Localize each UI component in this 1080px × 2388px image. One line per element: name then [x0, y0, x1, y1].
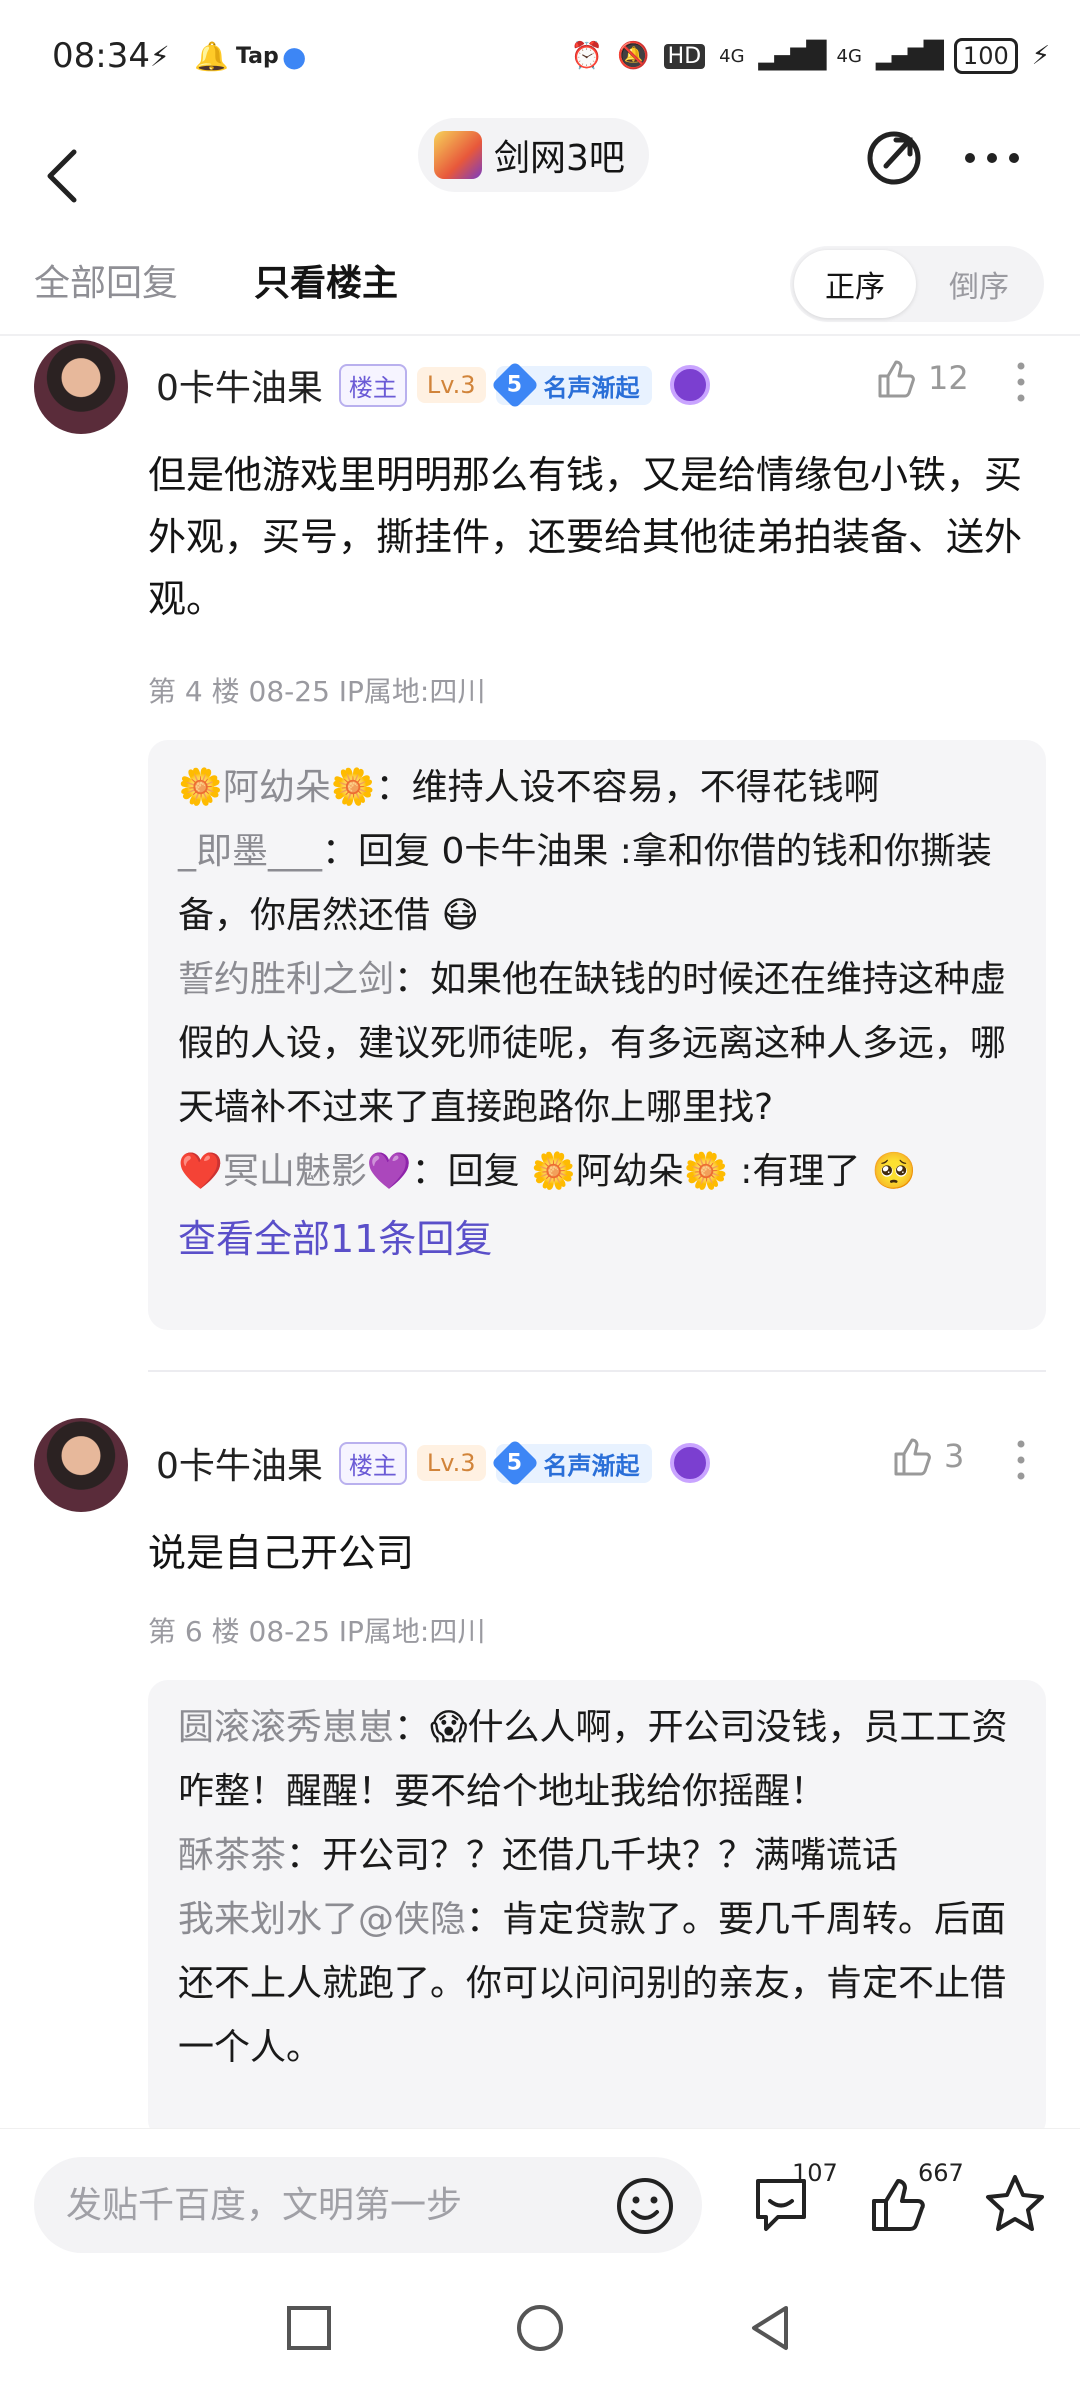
- avatar[interactable]: [34, 340, 128, 434]
- reputation-badge: 5 名声渐起: [490, 1438, 652, 1488]
- avatar[interactable]: [34, 1418, 128, 1512]
- notification-bell-icon: 🔔: [194, 40, 229, 73]
- comment-box[interactable]: [34, 2157, 702, 2253]
- forum-name: 剑网3吧: [494, 138, 625, 179]
- op-badge: 楼主: [338, 1441, 407, 1485]
- share-icon[interactable]: [864, 128, 924, 188]
- reply-author[interactable]: 酥茶茶: [178, 1835, 286, 1876]
- post-divider: [148, 1370, 1046, 1372]
- post-content: 说是自己开公司: [148, 1531, 415, 1575]
- reputation-badge: 5 名声渐起: [490, 360, 652, 410]
- post-more-icon[interactable]: [1016, 1438, 1026, 1482]
- emoji-icon[interactable]: [614, 2175, 676, 2237]
- sub-reply[interactable]: 誓约胜利之剑：如果他在缺钱的时候还在维持这种虚假的人设，建议死师徒呢，有多远离这…: [178, 948, 1016, 1140]
- author-name[interactable]: 0卡牛油果: [156, 1437, 323, 1489]
- system-navigation-bar: [0, 2268, 1080, 2388]
- reply-filter-bar: 全部回复 只看楼主 正序 倒序: [0, 240, 1080, 336]
- bottom-action-bar: 107 667: [0, 2128, 1080, 2268]
- charging-icon: ⚡: [1031, 41, 1050, 71]
- reply-text: ：维持人设不容易，不得花钱啊: [375, 767, 880, 808]
- signal-bars-1-icon: ▂▄▆█: [758, 41, 827, 71]
- sub-reply[interactable]: 圆滚滚秀崽崽：😱什么人啊，开公司没钱，员工工资咋整！醒醒！要不给个地址我给你摇醒…: [178, 1696, 1016, 1824]
- post-floor-6: 0卡牛油果 楼主 Lv.3 5 名声渐起 3 说是自己开公司 第 6 楼 08-…: [0, 1418, 1080, 2140]
- filter-divider: [0, 334, 1080, 336]
- reply-author[interactable]: 圆滚滚秀崽崽: [178, 1707, 394, 1748]
- sort-descending-button[interactable]: 倒序: [918, 250, 1040, 318]
- alarm-icon: ⏰: [570, 41, 604, 71]
- forum-logo: [434, 131, 482, 179]
- status-time: 08:34: [52, 36, 150, 76]
- sub-reply[interactable]: 酥茶茶：开公司？？还借几千块？？满嘴谎话: [178, 1824, 1016, 1888]
- post-content: 但是他游戏里明明那么有钱，又是给情缘包小铁，买外观，买号，撕挂件，还要给其他徒弟…: [148, 453, 1023, 621]
- reply-author[interactable]: ❤️冥山魅影💜: [178, 1151, 412, 1192]
- signal-1: 4G: [719, 45, 745, 67]
- signal-2: 4G: [836, 45, 862, 67]
- mute-icon: 🔕: [617, 41, 650, 71]
- recent-apps-icon[interactable]: [283, 2302, 335, 2354]
- hd-label: HD: [663, 43, 706, 69]
- like-button[interactable]: 12: [874, 356, 969, 400]
- more-options-icon[interactable]: [960, 138, 1024, 178]
- thumbs-up-icon: [878, 360, 915, 398]
- back-arrow-icon[interactable]: [38, 146, 88, 206]
- reply-text: ：开公司？？还借几千块？？满嘴谎话: [286, 1835, 899, 1876]
- reply-author[interactable]: _即墨___: [178, 831, 322, 872]
- tap-app-icon: Tap: [236, 44, 279, 69]
- reply-author[interactable]: 我来划水了@侠隐: [178, 1899, 466, 1940]
- view-all-replies-link[interactable]: 查看全部11条回复: [178, 1204, 1016, 1274]
- thread-like-count: 667: [918, 2159, 964, 2187]
- level-badge: Lv.3: [416, 367, 486, 403]
- sub-reply[interactable]: ❤️冥山魅影💜：回复 🌼阿幼朵🌼 :有理了 🥺: [178, 1140, 1016, 1204]
- reputation-level: 5: [506, 1450, 523, 1476]
- reply-author[interactable]: 誓约胜利之剑: [178, 959, 394, 1000]
- link-icon: ⚡: [150, 40, 170, 73]
- post-more-icon[interactable]: [1016, 360, 1026, 404]
- system-back-icon[interactable]: [744, 2302, 796, 2354]
- post-meta: 第 6 楼 08-25 IP属地:四川: [148, 1615, 486, 1648]
- author-name[interactable]: 0卡牛油果: [156, 359, 323, 411]
- tab-all-replies[interactable]: 全部回复: [34, 254, 178, 306]
- achievement-badge-icon: [669, 1443, 710, 1483]
- like-count: 12: [928, 359, 969, 397]
- op-badge: 楼主: [338, 363, 407, 407]
- author-row: 0卡牛油果 楼主 Lv.3 5 名声渐起: [156, 1438, 710, 1488]
- author-row: 0卡牛油果 楼主 Lv.3 5 名声渐起: [156, 360, 710, 410]
- achievement-badge-icon: [669, 365, 710, 405]
- post-floor-4: 0卡牛油果 楼主 Lv.3 5 名声渐起 12 但是他游戏里明明那么有钱，又是给…: [0, 340, 1080, 1340]
- favorite-star-icon[interactable]: [982, 2171, 1048, 2237]
- tab-op-only[interactable]: 只看楼主: [254, 254, 398, 306]
- sub-reply[interactable]: _即墨___：回复 0卡牛油果 :拿和你借的钱和你撕装备，你居然还借 😷: [178, 820, 1016, 948]
- forum-pill[interactable]: 剑网3吧: [418, 118, 649, 192]
- signal-bars-2-icon: ▂▄▆█: [875, 41, 944, 71]
- comment-input[interactable]: [66, 2157, 586, 2253]
- post-meta: 第 4 楼 08-25 IP属地:四川: [148, 675, 486, 708]
- reputation-level: 5: [506, 372, 523, 398]
- status-bar: 08:34 ⚡ 🔔 Tap ● ⏰ 🔕 HD 4G ▂▄▆█ 4G ▂▄▆█ 1…: [0, 0, 1080, 118]
- level-badge: Lv.3: [416, 1445, 486, 1481]
- thumbs-up-icon: [894, 1438, 931, 1476]
- reply-author[interactable]: 🌼阿幼朵🌼: [178, 767, 376, 808]
- reputation-label: 名声渐起: [543, 1451, 640, 1480]
- like-count: 3: [944, 1437, 965, 1475]
- reputation-label: 名声渐起: [543, 373, 640, 402]
- status-right: ⏰ 🔕 HD 4G ▂▄▆█ 4G ▂▄▆█ 100 ⚡: [571, 38, 1050, 74]
- browser-icon: ●: [282, 40, 307, 73]
- sub-replies-box: 🌼阿幼朵🌼：维持人设不容易，不得花钱啊 _即墨___：回复 0卡牛油果 :拿和你…: [148, 740, 1046, 1330]
- comment-count: 107: [792, 2159, 838, 2187]
- reply-text: ：回复 🌼阿幼朵🌼 :有理了 🥺: [411, 1151, 917, 1192]
- battery-level: 100: [953, 38, 1018, 74]
- sub-reply[interactable]: 🌼阿幼朵🌼：维持人设不容易，不得花钱啊: [178, 756, 1016, 820]
- sort-toggle: 正序 倒序: [790, 246, 1044, 322]
- sort-ascending-button[interactable]: 正序: [794, 250, 916, 318]
- like-button[interactable]: 3: [890, 1434, 964, 1478]
- home-icon[interactable]: [514, 2302, 566, 2354]
- sub-replies-box: 圆滚滚秀崽崽：😱什么人啊，开公司没钱，员工工资咋整！醒醒！要不给个地址我给你摇醒…: [148, 1680, 1046, 2140]
- sub-reply[interactable]: 我来划水了@侠隐：肯定贷款了。要几千周转。后面还不上人就跑了。你可以问问别的亲友…: [178, 1888, 1016, 2080]
